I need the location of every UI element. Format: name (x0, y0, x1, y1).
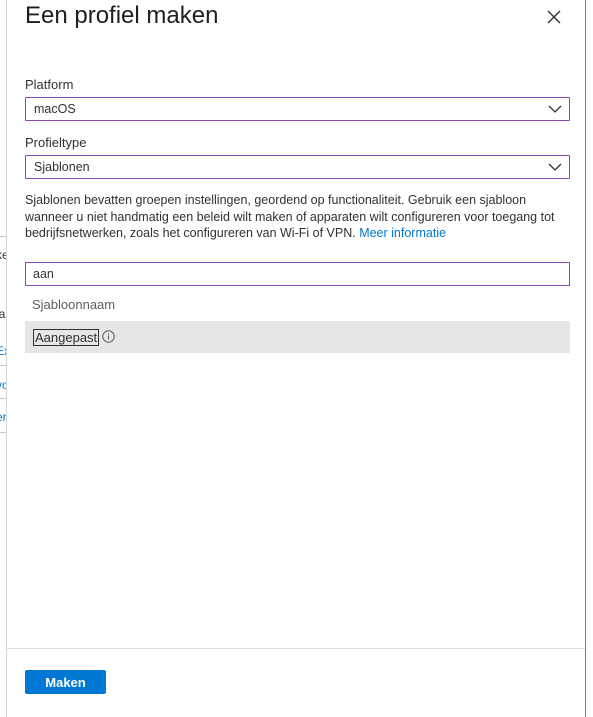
template-name[interactable]: Aangepast (33, 329, 100, 346)
column-header-template-name[interactable]: Sjabloonnaam (32, 297, 115, 312)
create-button[interactable]: Maken (25, 670, 106, 694)
learn-more-link[interactable]: Meer informatie (359, 226, 446, 240)
info-icon[interactable] (102, 330, 115, 343)
background-divider (0, 236, 6, 237)
close-icon (547, 10, 561, 24)
profiletype-label: Profieltype (25, 135, 87, 150)
panel-title: Een profiel maken (25, 2, 219, 29)
template-row-aangepast[interactable]: Aangepast (25, 321, 570, 353)
platform-dropdown[interactable]: macOS (25, 97, 570, 121)
background-divider (0, 398, 6, 399)
background-text-fragment: er (0, 410, 7, 424)
platform-label: Platform (25, 77, 74, 92)
background-divider (0, 365, 6, 366)
background-page: · r ke la Ex vo er (0, 0, 7, 717)
background-divider (0, 432, 6, 433)
background-text-fragment: ke (0, 248, 6, 262)
background-text-fragment: la (0, 307, 5, 321)
template-description: Sjablonen bevatten groepen instellingen,… (25, 192, 575, 242)
profiletype-selected-value: Sjablonen (34, 160, 90, 174)
template-search-input[interactable] (33, 267, 553, 281)
footer-divider (7, 648, 585, 649)
template-search-box[interactable] (25, 262, 570, 286)
background-text-fragment: Ex (0, 344, 6, 358)
chevron-down-icon (548, 163, 562, 171)
close-button[interactable] (541, 4, 567, 30)
chevron-down-icon (548, 105, 562, 113)
window-edge (585, 0, 593, 717)
description-text: Sjablonen bevatten groepen instellingen,… (25, 193, 555, 240)
profiletype-dropdown[interactable]: Sjablonen (25, 155, 570, 179)
platform-selected-value: macOS (34, 102, 76, 116)
background-text-fragment: vo (0, 378, 6, 392)
create-profile-panel: Een profiel maken Platform macOS Profiel… (7, 0, 585, 717)
